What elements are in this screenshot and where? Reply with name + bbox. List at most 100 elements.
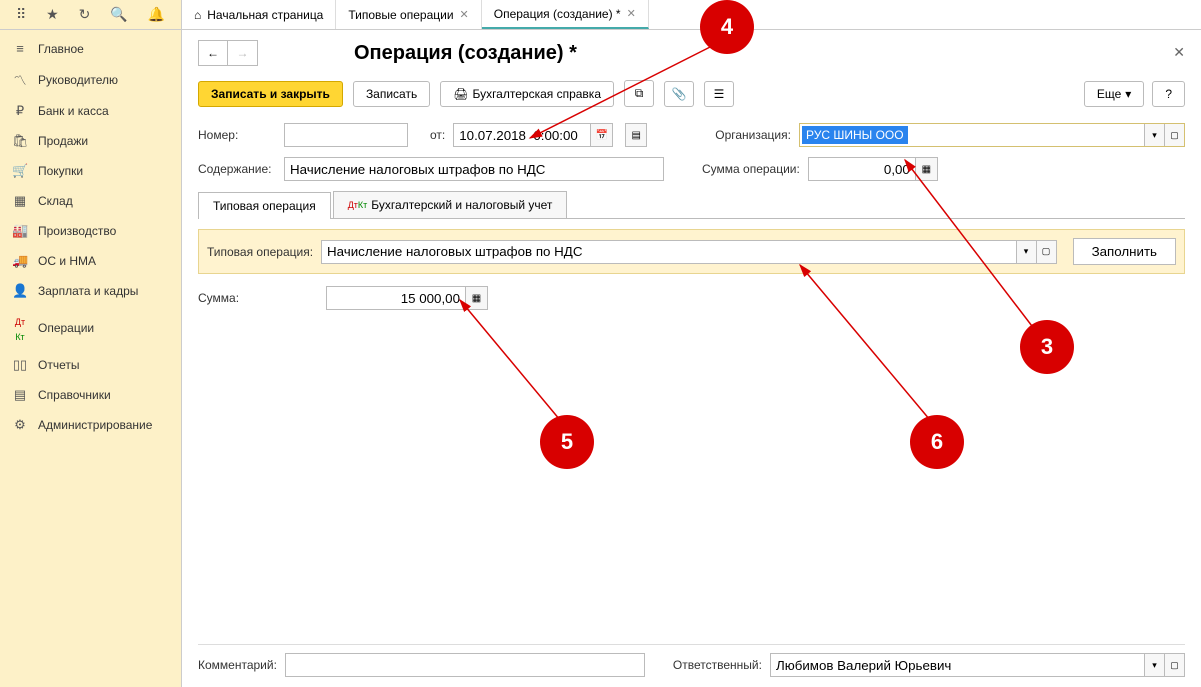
tab-typical-operation[interactable]: Типовая операция: [198, 192, 331, 219]
calendar-button[interactable]: 📅: [591, 123, 613, 147]
home-icon: ⌂: [194, 8, 201, 22]
title-row: ← → Операция (создание) *: [198, 40, 1185, 66]
tab-home[interactable]: ⌂ Начальная страница: [182, 0, 336, 29]
chart-icon: 〽: [12, 70, 28, 89]
date-extra-button[interactable]: ▤: [625, 123, 647, 147]
boxes-icon: ▦: [12, 193, 28, 209]
tab-accounting[interactable]: ДтКт Бухгалтерский и налоговый учет: [333, 191, 568, 218]
typical-select[interactable]: ▾ ▢: [321, 240, 1057, 264]
page-title: Операция (создание) *: [354, 42, 577, 65]
org-field[interactable]: РУС ШИНЫ ООО ▾ ▢: [799, 123, 1185, 147]
top-bar: ⠿ ★ ↻ 🔍 🔔 ⌂ Начальная страница Типовые о…: [0, 0, 1201, 30]
tab-label: Типовые операции: [348, 8, 453, 22]
sum-op-label: Сумма операции:: [702, 162, 800, 176]
org-dropdown-button[interactable]: ▾: [1144, 124, 1164, 146]
save-button[interactable]: Записать: [353, 81, 430, 107]
star-icon[interactable]: ★: [46, 6, 59, 23]
sidebar: ≡Главное 〽Руководителю ₽Банк и касса 🛍Пр…: [0, 30, 182, 687]
sum-label: Сумма:: [198, 291, 318, 305]
cart-icon: 🛒: [12, 163, 28, 179]
bell-icon[interactable]: 🔔: [148, 6, 165, 23]
gear-icon: ⚙: [12, 417, 28, 433]
row-number-date: Номер: от: 📅 ▤ Организация: РУС ШИНЫ ООО…: [198, 123, 1185, 147]
org-label: Организация:: [715, 128, 791, 142]
sidebar-item-reports[interactable]: ▯▯Отчеты: [0, 350, 181, 380]
content-input[interactable]: [284, 157, 664, 181]
sidebar-item-admin[interactable]: ⚙Администрирование: [0, 410, 181, 440]
sidebar-item-warehouse[interactable]: ▦Склад: [0, 186, 181, 216]
apps-icon[interactable]: ⠿: [16, 6, 26, 23]
close-icon[interactable]: ✕: [460, 8, 469, 21]
number-input[interactable]: [284, 123, 408, 147]
menu-icon: ≡: [12, 41, 28, 56]
comment-input[interactable]: [285, 653, 645, 677]
search-icon[interactable]: 🔍: [110, 6, 127, 23]
ruble-icon: ₽: [12, 103, 28, 119]
save-close-button[interactable]: Записать и закрыть: [198, 81, 343, 107]
sum-op-input[interactable]: [808, 157, 916, 181]
row-content-sum: Содержание: Сумма операции: ▦: [198, 157, 1185, 181]
truck-icon: 🚚: [12, 253, 28, 269]
resp-label: Ответственный:: [673, 658, 762, 672]
content-label: Содержание:: [198, 162, 276, 176]
structure-button[interactable]: ⧉: [624, 80, 654, 107]
tab-label: Операция (создание) *: [494, 7, 621, 21]
back-button[interactable]: ←: [198, 40, 228, 66]
callout-3: 3: [1020, 320, 1074, 374]
typical-label: Типовая операция:: [207, 245, 313, 259]
comment-label: Комментарий:: [198, 658, 277, 672]
org-open-button[interactable]: ▢: [1164, 124, 1184, 146]
help-button[interactable]: ?: [1152, 81, 1185, 107]
sidebar-item-production[interactable]: 🏭Производство: [0, 216, 181, 246]
sidebar-item-manager[interactable]: 〽Руководителю: [0, 63, 181, 96]
sidebar-item-assets[interactable]: 🚚ОС и НМА: [0, 246, 181, 276]
sidebar-item-purchases[interactable]: 🛒Покупки: [0, 156, 181, 186]
sidebar-item-bank[interactable]: ₽Банк и касса: [0, 96, 181, 126]
more-button[interactable]: Еще ▾: [1084, 81, 1144, 107]
topbar-icon-strip: ⠿ ★ ↻ 🔍 🔔: [0, 0, 182, 29]
sidebar-item-main[interactable]: ≡Главное: [0, 34, 181, 63]
forward-button[interactable]: →: [228, 40, 258, 66]
number-label: Номер:: [198, 128, 276, 142]
chevron-down-icon: ▾: [1125, 87, 1131, 101]
typical-dropdown-button[interactable]: ▾: [1016, 241, 1036, 263]
typical-input[interactable]: [322, 241, 1016, 263]
dtkt-icon: ДтКт: [12, 313, 28, 343]
calc-button[interactable]: ▦: [916, 157, 938, 181]
date-input[interactable]: [453, 123, 591, 147]
sidebar-item-operations[interactable]: ДтКтОперации: [0, 306, 181, 350]
attach-button[interactable]: 📎: [664, 81, 694, 107]
fill-button[interactable]: Заполнить: [1073, 238, 1176, 265]
sidebar-item-hr[interactable]: 👤Зарплата и кадры: [0, 276, 181, 306]
bars-icon: ▯▯: [12, 357, 28, 373]
sidebar-item-directories[interactable]: ▤Справочники: [0, 380, 181, 410]
book-icon: ▤: [12, 387, 28, 403]
resp-dropdown-button[interactable]: ▾: [1144, 654, 1164, 676]
printer-icon: 🖨: [453, 87, 468, 101]
sidebar-item-sales[interactable]: 🛍Продажи: [0, 126, 181, 156]
typical-op-row: Типовая операция: ▾ ▢ Заполнить: [198, 229, 1185, 274]
print-report-button[interactable]: 🖨 Бухгалтерская справка: [440, 81, 614, 107]
bag-icon: 🛍: [12, 133, 28, 149]
resp-input[interactable]: [771, 654, 1144, 676]
tab-operation-create[interactable]: Операция (создание) * ✕: [482, 0, 649, 29]
resp-open-button[interactable]: ▢: [1164, 654, 1184, 676]
person-icon: 👤: [12, 283, 28, 299]
sum-calc-button[interactable]: ▦: [466, 286, 488, 310]
org-value-selected: РУС ШИНЫ ООО: [802, 126, 908, 144]
sum-row: Сумма: ▦: [198, 286, 1185, 310]
tab-typical-ops[interactable]: Типовые операции ✕: [336, 0, 481, 29]
close-icon[interactable]: ✕: [627, 7, 636, 20]
dtkt-icon: ДтКт: [348, 201, 368, 209]
close-panel-icon[interactable]: ✕: [1173, 44, 1185, 61]
resp-field[interactable]: ▾ ▢: [770, 653, 1185, 677]
typical-open-button[interactable]: ▢: [1036, 241, 1056, 263]
callout-6: 6: [910, 415, 964, 469]
inner-tabs: Типовая операция ДтКт Бухгалтерский и на…: [198, 191, 1185, 219]
history-icon[interactable]: ↻: [79, 6, 91, 23]
list-button[interactable]: ☰: [704, 81, 734, 107]
toolbar: Записать и закрыть Записать 🖨 Бухгалтерс…: [198, 80, 1185, 107]
window-tabs: ⌂ Начальная страница Типовые операции ✕ …: [182, 0, 649, 29]
sum-input[interactable]: [326, 286, 466, 310]
nav-arrows: ← →: [198, 40, 258, 66]
